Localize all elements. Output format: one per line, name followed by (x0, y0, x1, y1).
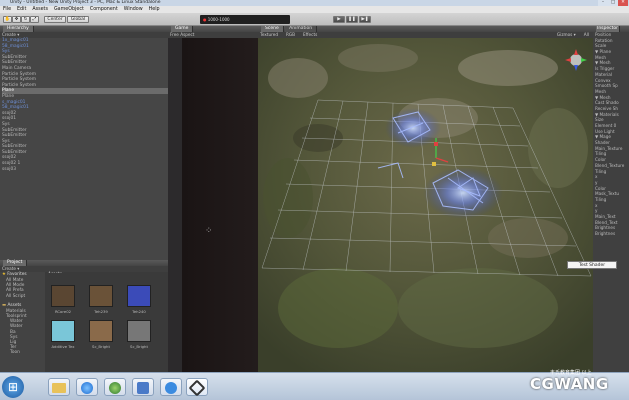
watermark-brand: CGWANG (530, 375, 609, 393)
menu-help[interactable]: Help (149, 6, 160, 13)
shader-tooltip[interactable]: Test Shader (567, 261, 617, 269)
inspector-fields: Position Rotation Scale ▼ Plane Mesh ▼ Mesh Is… (593, 32, 629, 237)
window-title: Unity - Untitled - New Unity Project 3 -… (10, 0, 161, 5)
asset-label: Sc_Bright (92, 344, 110, 349)
asset-label: Teh239 (94, 309, 108, 314)
inspector-panel: Inspector Position Rotation Scale ▼ Plane Me… (593, 26, 629, 372)
taskbar-app-icon[interactable] (132, 378, 154, 396)
effects-toggle[interactable]: Effects (303, 32, 317, 38)
rgb-dropdown[interactable]: RGB (286, 32, 295, 38)
star-icon: ★ (2, 272, 6, 277)
pivot-global-button[interactable]: Global (67, 16, 89, 23)
project-sidebar: ★ Favorites All Mate All Mode All Prefa All… (0, 272, 45, 372)
game-render (182, 38, 258, 372)
scene-toolbar: Textured RGB Effects Gizmos ▾ All (258, 32, 593, 38)
menu-assets[interactable]: Assets (32, 6, 48, 13)
favorites-list: All Mate All Mode All Prefa All Script (0, 278, 45, 299)
pivot-center-button[interactable]: Center (44, 16, 66, 23)
asset-label: Sc_Bright (130, 344, 148, 349)
asset-label: Additive Tex (51, 344, 75, 349)
record-icon: ● (203, 17, 207, 22)
pause-button[interactable]: ❚❚ (346, 16, 358, 23)
move-tool-button[interactable]: ✥ (12, 16, 21, 23)
taskbar-media-icon[interactable] (104, 378, 126, 396)
asset-thumbnail[interactable] (51, 320, 75, 342)
inspector-field[interactable]: Brightnes (593, 231, 629, 237)
hierarchy-panel: Hierarchy Create ▾ 1x_magic01 58_magic01… (0, 26, 168, 260)
windows-taskbar: ⊞ 丰氏教育集团 以上 CGWANG (0, 369, 629, 400)
favorite-item[interactable]: All Script (0, 294, 45, 299)
magic-glow-1 (385, 108, 441, 148)
play-button[interactable]: ▶ (333, 16, 345, 23)
menu-component[interactable]: Component (90, 6, 118, 13)
start-button[interactable]: ⊞ (2, 376, 24, 398)
scene-search[interactable]: All (584, 32, 589, 38)
scene-render (258, 38, 593, 372)
toolbar: ✋ ✥ ↻ ⤢ Center Global ▶ ❚❚ ▶❚ ● 1000-100… (0, 13, 629, 26)
recording-overlay: ● 1000-1000 (200, 15, 290, 24)
hierarchy-list: 1x_magic01 58_magic01 Sys SubEmitter Sub… (0, 38, 168, 172)
hierarchy-create-button[interactable]: Create ▾ (2, 32, 19, 37)
asset-label: RCore02 (54, 309, 72, 314)
taskbar-app2-icon[interactable] (160, 378, 182, 396)
hierarchy-item[interactable]: ssoj03 (2, 167, 168, 173)
folder-icon: ▬ (2, 302, 7, 308)
hand-tool-button[interactable]: ✋ (3, 16, 12, 23)
asset-thumbnail[interactable] (51, 285, 75, 307)
rotate-tool-button[interactable]: ↻ (21, 16, 30, 23)
game-left-strip (168, 38, 182, 372)
taskbar-unity-icon[interactable] (186, 378, 208, 397)
step-button[interactable]: ▶❚ (359, 16, 371, 23)
asset-grid: RCore02 Teh239 Teh240 Additive Tex Sc_Bright… (45, 273, 168, 372)
inspector-field[interactable]: Blend_Texture (593, 163, 629, 169)
menu-bar: File Edit Assets GameObject Component Wi… (0, 6, 629, 13)
taskbar-browser-icon[interactable] (76, 378, 98, 396)
asset-label: Teh240 (132, 309, 146, 314)
asset-thumbnail[interactable] (127, 285, 151, 307)
asset-thumbnail[interactable] (89, 285, 113, 307)
magic-glow-2 (423, 167, 503, 219)
assets-tree: Materials Toolsprint Water Water Ba Sys Lig Ter… (0, 309, 45, 356)
gizmos-dropdown[interactable]: Gizmos ▾ (557, 32, 576, 38)
asset-thumbnail[interactable] (127, 320, 151, 342)
watermark-logo: 丰氏教育集团 以上 CGWANG (530, 369, 629, 399)
loading-icon: ⁘ (205, 226, 213, 236)
taskbar-folder-icon[interactable] (48, 378, 70, 396)
game-view: Game Free Aspect ⁘ (168, 26, 258, 372)
scale-tool-button[interactable]: ⤢ (30, 16, 39, 23)
assets-tree-item[interactable]: Toon (0, 350, 45, 355)
menu-gameobject[interactable]: GameObject (54, 6, 84, 13)
assets-label[interactable]: Assets (7, 303, 21, 308)
aspect-dropdown[interactable]: Free Aspect (170, 32, 194, 37)
scene-view[interactable]: Scene Animation Textured RGB Effects Giz… (258, 26, 593, 372)
menu-edit[interactable]: Edit (17, 6, 26, 13)
menu-window[interactable]: Window (124, 6, 143, 13)
asset-thumbnail[interactable] (89, 320, 113, 342)
recording-size: 1000-1000 (207, 17, 230, 22)
favorites-label: Favorites (7, 272, 27, 277)
project-create-button[interactable]: Create ▾ (2, 266, 19, 271)
shading-mode-dropdown[interactable]: Textured (260, 32, 278, 38)
menu-file[interactable]: File (3, 6, 11, 13)
